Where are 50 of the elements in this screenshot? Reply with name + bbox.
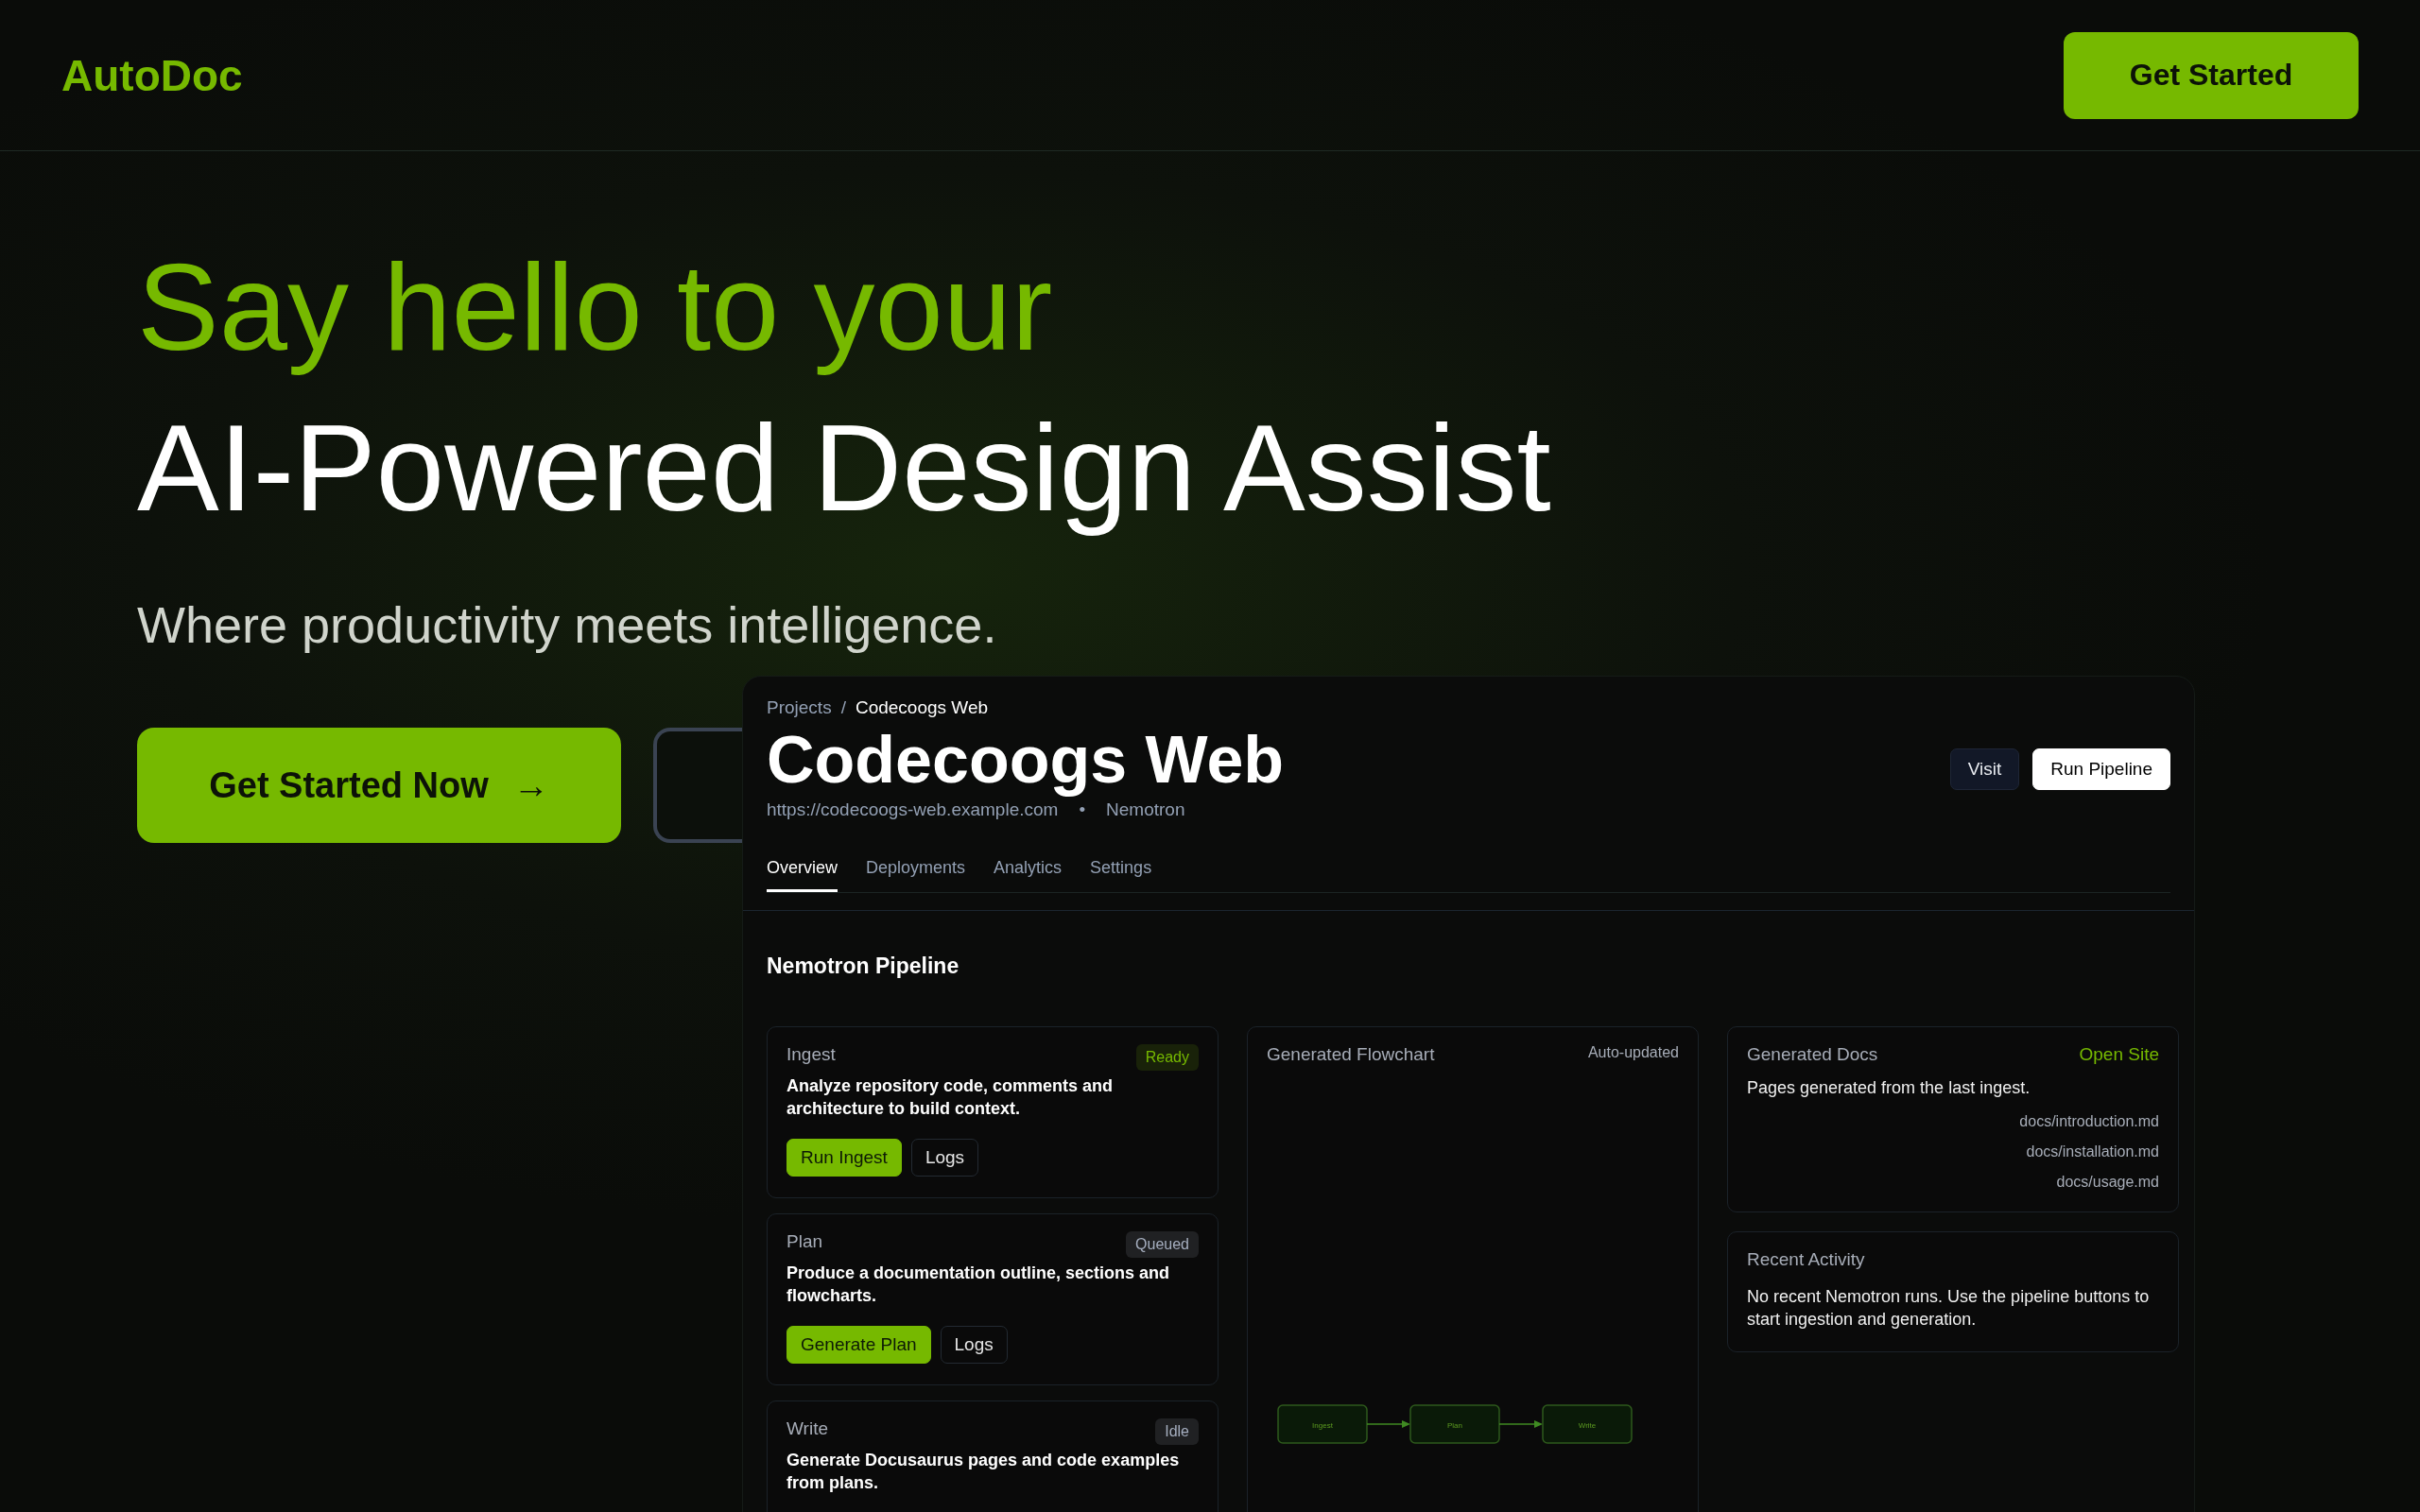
action-button[interactable]: Run Pipeline <box>2032 748 2170 790</box>
logs-button[interactable]: Logs <box>940 1326 1008 1364</box>
breadcrumb-item[interactable]: Projects <box>767 697 832 718</box>
get-started-button[interactable]: Get Started <box>2064 31 2359 119</box>
run-button[interactable]: Run Ingest <box>786 1139 902 1177</box>
run-button[interactable]: Generate Plan <box>786 1326 931 1364</box>
doc-file-link[interactable]: docs/introduction.md <box>2019 1113 2159 1130</box>
separator-dot: • <box>1079 799 1086 820</box>
breadcrumb-separator: / <box>840 697 846 718</box>
card-title: Generated Docs <box>1747 1044 1878 1065</box>
tab[interactable]: Overview <box>767 858 838 892</box>
breadcrumb-item[interactable]: Codecoogs Web <box>855 697 989 718</box>
logo[interactable]: AutoDoc <box>61 49 243 101</box>
doc-file-link[interactable]: docs/usage.md <box>2056 1174 2159 1191</box>
tab[interactable]: Analytics <box>994 858 1063 892</box>
status-badge: Ready <box>1135 1044 1199 1071</box>
step-description: Produce a documentation outline, sections and flowcharts. <box>786 1263 1171 1307</box>
hero-title: Say hello to your <box>137 237 1054 378</box>
project-url[interactable]: https://codecoogs-web.example.com <box>767 799 1059 820</box>
card-description: Pages generated from the last ingest. <box>1747 1078 2031 1098</box>
tab[interactable]: Deployments <box>866 858 966 892</box>
card-title: Recent Activity <box>1747 1249 1866 1270</box>
hero-subtitle: Where productivity meets intelligence. <box>137 595 998 655</box>
status-badge: Queued <box>1126 1231 1199 1258</box>
flowchart-node: Ingest <box>1277 1404 1368 1444</box>
flowchart-node: Plan <box>1409 1404 1500 1444</box>
step-name: Ingest <box>786 1044 836 1065</box>
step-description: Generate Docusaurus pages and code examples from plans. <box>786 1450 1181 1494</box>
status-badge: Idle <box>1155 1418 1199 1445</box>
section-title: Nemotron Pipeline <box>767 954 960 979</box>
step-name: Write <box>786 1418 828 1439</box>
card-title: Generated Flowchart <box>1267 1044 1435 1065</box>
step-name: Plan <box>786 1231 823 1252</box>
logs-button[interactable]: Logs <box>910 1139 979 1177</box>
arrow-icon: → <box>512 765 549 806</box>
model-name: Nemotron <box>1106 799 1185 820</box>
flow-arrow <box>1366 1420 1410 1428</box>
open-site-link[interactable]: Open Site <box>2079 1044 2159 1065</box>
flow-arrow <box>1498 1420 1543 1428</box>
secondary-button[interactable] <box>653 728 743 843</box>
get-started-now-button[interactable]: Get Started Now → <box>137 728 621 843</box>
card-note: Auto-updated <box>1587 1044 1679 1061</box>
action-button[interactable]: Visit <box>1949 748 2020 790</box>
tab[interactable]: Settings <box>1090 858 1152 892</box>
project-title: Codecoogs Web <box>767 722 1285 798</box>
doc-file-link[interactable]: docs/installation.md <box>2026 1143 2159 1160</box>
hero-title: AI-Powered Design Assist <box>137 398 1552 539</box>
step-description: Analyze repository code, comments and architecture to build context. <box>786 1075 1115 1120</box>
activity-text: No recent Nemotron runs. Use the pipeline buttons to start ingestion and generation. <box>1747 1286 2151 1331</box>
flowchart-node: Write <box>1542 1404 1633 1444</box>
